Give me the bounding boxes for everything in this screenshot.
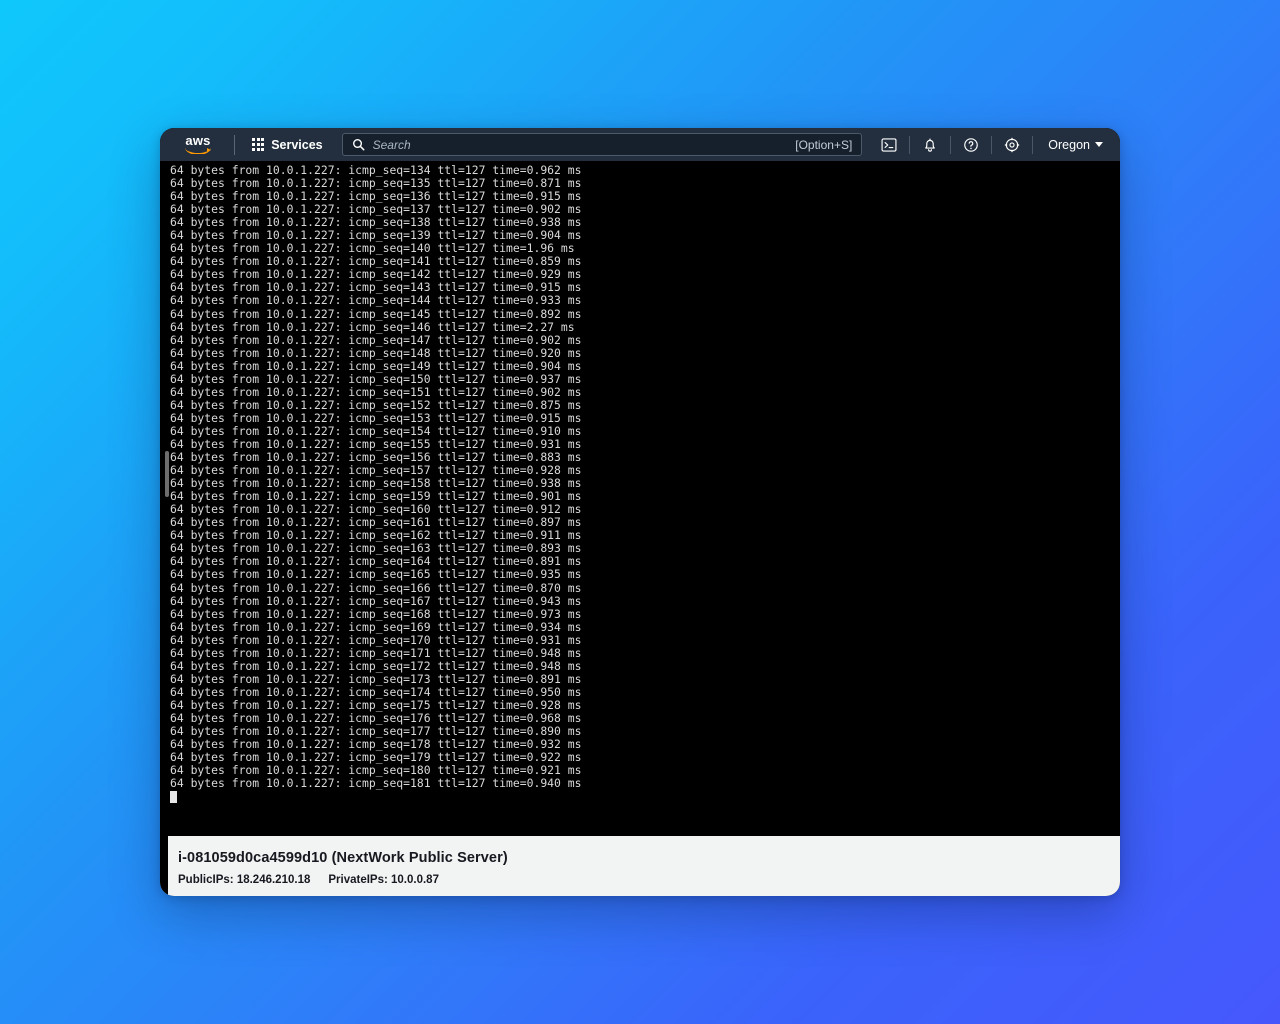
chevron-down-icon xyxy=(1095,142,1103,147)
terminal-line: 64 bytes from 10.0.1.227: icmp_seq=153 t… xyxy=(170,410,582,425)
terminal-line: 64 bytes from 10.0.1.227: icmp_seq=171 t… xyxy=(170,645,582,660)
nav-separator xyxy=(950,135,952,154)
panel-left-edge xyxy=(160,836,168,896)
terminal-line: 64 bytes from 10.0.1.227: icmp_seq=148 t… xyxy=(170,345,582,360)
aws-console-window: aws Services [Option+S] xyxy=(160,128,1120,896)
terminal-line: 64 bytes from 10.0.1.227: icmp_seq=152 t… xyxy=(170,397,582,412)
public-ip-item: PublicIPs: 18.246.210.18 xyxy=(178,874,310,886)
terminal-line: 64 bytes from 10.0.1.227: icmp_seq=145 t… xyxy=(170,306,582,321)
nav-right-group: Oregon xyxy=(874,128,1120,161)
terminal-line: 64 bytes from 10.0.1.227: icmp_seq=169 t… xyxy=(170,619,582,634)
terminal-scrollbar[interactable] xyxy=(165,161,169,836)
terminal-cursor xyxy=(170,791,177,804)
nav-left-group: aws Services xyxy=(160,128,332,161)
search-shortcut-hint: [Option+S] xyxy=(795,137,853,152)
terminal-line: 64 bytes from 10.0.1.227: icmp_seq=151 t… xyxy=(170,384,582,399)
terminal-line: 64 bytes from 10.0.1.227: icmp_seq=144 t… xyxy=(170,293,582,308)
terminal-cursor-line xyxy=(170,790,1120,804)
public-ip-value: 18.246.210.18 xyxy=(236,874,311,886)
services-menu-button[interactable]: Services xyxy=(243,133,332,157)
nav-separator xyxy=(1032,135,1034,154)
terminal-line: 64 bytes from 10.0.1.227: icmp_seq=170 t… xyxy=(170,632,582,647)
cloudshell-icon[interactable] xyxy=(874,132,904,158)
terminal-line: 64 bytes from 10.0.1.227: icmp_seq=150 t… xyxy=(170,371,582,386)
global-search-box[interactable]: [Option+S] xyxy=(341,133,863,156)
nav-divider xyxy=(234,134,235,155)
instance-ip-row: PublicIPs: 18.246.210.18 PrivateIPs: 10.… xyxy=(178,874,1120,886)
search-input[interactable] xyxy=(372,137,788,152)
aws-logo[interactable]: aws xyxy=(170,133,226,154)
services-label: Services xyxy=(271,137,323,152)
settings-gear-icon[interactable] xyxy=(997,132,1027,158)
aws-top-navigation: aws Services [Option+S] xyxy=(160,128,1120,161)
terminal-line: 64 bytes from 10.0.1.227: icmp_seq=147 t… xyxy=(170,332,582,347)
session-manager-terminal[interactable]: 64 bytes from 10.0.1.227: icmp_seq=134 t… xyxy=(160,161,1120,836)
terminal-line: 64 bytes from 10.0.1.227: icmp_seq=175 t… xyxy=(170,697,582,712)
region-selector-button[interactable]: Oregon xyxy=(1041,133,1110,157)
instance-info-panel: i-081059d0ca4599d10 (NextWork Public Ser… xyxy=(160,836,1120,896)
public-ip-label: PublicIPs: xyxy=(178,874,234,886)
terminal-line: 64 bytes from 10.0.1.227: icmp_seq=174 t… xyxy=(170,684,582,699)
terminal-line: 64 bytes from 10.0.1.227: icmp_seq=172 t… xyxy=(170,658,582,673)
help-question-icon[interactable] xyxy=(956,132,986,158)
terminal-output: 64 bytes from 10.0.1.227: icmp_seq=134 t… xyxy=(160,161,1120,804)
terminal-line: 64 bytes from 10.0.1.227: icmp_seq=167 t… xyxy=(170,593,582,608)
services-grid-icon xyxy=(252,138,265,151)
terminal-line: 64 bytes from 10.0.1.227: icmp_seq=149 t… xyxy=(170,358,582,373)
terminal-line: 64 bytes from 10.0.1.227: icmp_seq=173 t… xyxy=(170,671,582,686)
terminal-scrollbar-thumb[interactable] xyxy=(165,451,169,497)
private-ip-item: PrivateIPs: 10.0.0.87 xyxy=(328,874,439,886)
private-ip-value: 10.0.0.87 xyxy=(391,874,439,886)
terminal-line: 64 bytes from 10.0.1.227: icmp_seq=146 t… xyxy=(170,319,575,334)
terminal-line: 64 bytes from 10.0.1.227: icmp_seq=166 t… xyxy=(170,580,582,595)
nav-separator xyxy=(909,135,911,154)
nav-separator xyxy=(991,135,993,154)
instance-title: i-081059d0ca4599d10 (NextWork Public Ser… xyxy=(178,850,508,866)
search-icon xyxy=(352,138,365,151)
terminal-line: 64 bytes from 10.0.1.227: icmp_seq=168 t… xyxy=(170,606,582,621)
region-label: Oregon xyxy=(1048,137,1090,152)
terminal-line: 64 bytes from 10.0.1.227: icmp_seq=181 t… xyxy=(170,776,582,791)
aws-logo-smile-icon xyxy=(185,147,211,154)
private-ip-label: PrivateIPs: xyxy=(328,874,388,886)
terminal-line: 64 bytes from 10.0.1.227: icmp_seq=165 t… xyxy=(170,567,582,582)
aws-logo-wordmark: aws xyxy=(185,133,211,148)
notifications-bell-icon[interactable] xyxy=(915,132,945,158)
